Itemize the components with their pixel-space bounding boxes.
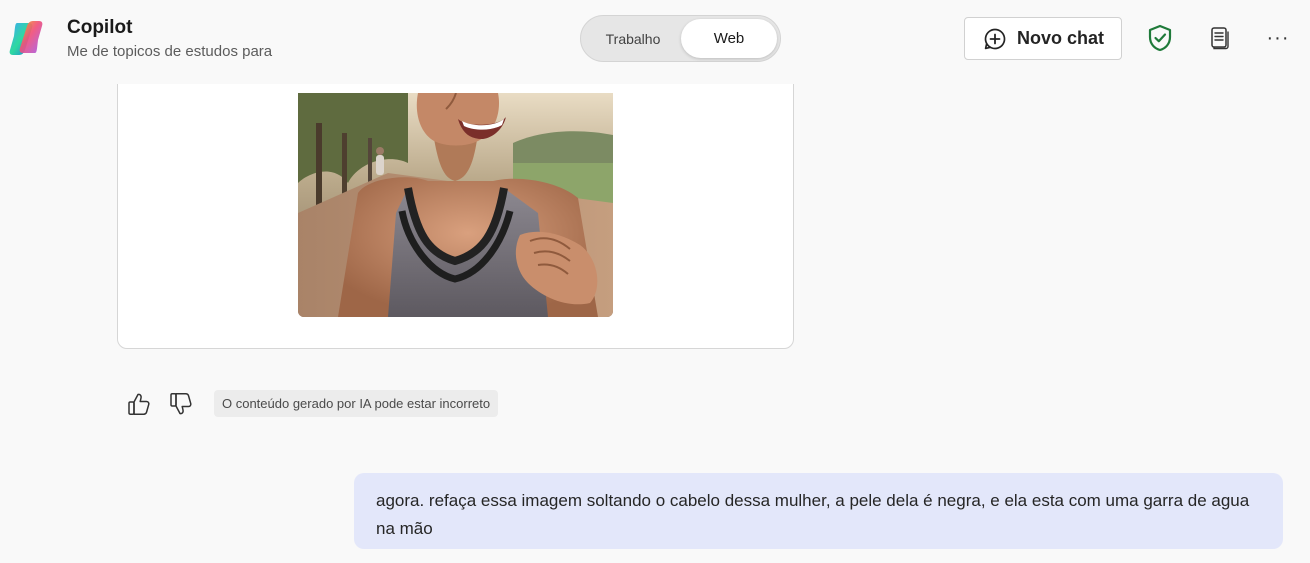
more-options-button[interactable]: ···: [1261, 21, 1295, 55]
protection-button[interactable]: [1143, 21, 1177, 55]
top-bar: Copilot Me de topicos de estudos para Tr…: [0, 0, 1310, 84]
generated-image[interactable]: [298, 93, 613, 317]
new-chat-button[interactable]: Novo chat: [964, 17, 1122, 60]
shield-check-icon: [1148, 24, 1172, 52]
dislike-button[interactable]: [167, 389, 195, 419]
notebook-button[interactable]: [1202, 21, 1236, 55]
mode-toggle: Trabalho Web: [580, 15, 781, 62]
plus-chat-icon: [984, 28, 1006, 49]
more-horizontal-icon: ···: [1266, 26, 1290, 49]
copilot-logo-icon: [9, 19, 49, 57]
notebook-icon: [1211, 27, 1229, 50]
app-title: Copilot: [67, 17, 133, 38]
new-chat-label: Novo chat: [1017, 28, 1105, 48]
user-message: agora. refaça essa imagem soltando o cab…: [354, 473, 1283, 549]
ai-disclaimer: O conteúdo gerado por IA pode estar inco…: [214, 390, 499, 417]
like-button[interactable]: [125, 389, 153, 419]
thumbs-up-icon: [128, 393, 150, 415]
mode-web-option[interactable]: Web: [681, 19, 777, 58]
thumbs-down-icon: [170, 393, 192, 415]
mode-trabalho-option[interactable]: Trabalho: [585, 20, 681, 57]
conversation-title[interactable]: Me de topicos de estudos para: [67, 43, 272, 60]
response-card: [117, 40, 794, 349]
